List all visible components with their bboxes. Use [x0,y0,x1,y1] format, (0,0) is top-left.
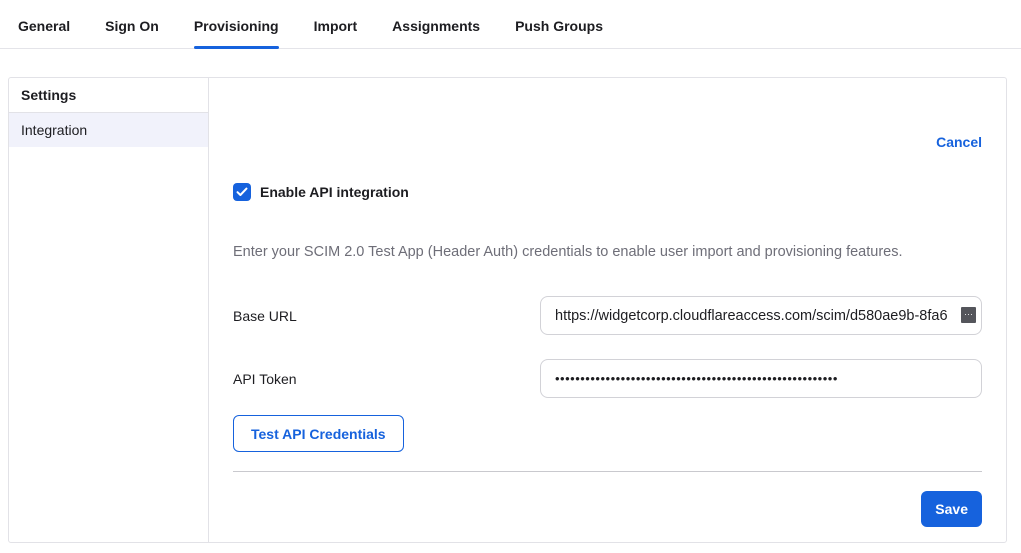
credentials-description: Enter your SCIM 2.0 Test App (Header Aut… [233,244,982,260]
enable-api-integration-checkbox[interactable] [233,183,251,201]
base-url-input-wrap: ⋯ [540,296,982,335]
base-url-label: Base URL [233,308,297,324]
tab-sign-on[interactable]: Sign On [105,18,159,48]
sidebar-header: Settings [9,78,208,113]
settings-sidebar: Settings Integration [9,78,209,542]
api-token-input-wrap [540,359,982,398]
provisioning-panel: Settings Integration Cancel Enable API i… [8,77,1007,543]
enable-api-integration-row: Enable API integration [233,183,982,201]
save-button[interactable]: Save [921,491,982,527]
base-url-row: Base URL ⋯ [233,296,982,335]
tab-assignments[interactable]: Assignments [392,18,480,48]
tab-provisioning[interactable]: Provisioning [194,18,279,48]
test-api-credentials-button[interactable]: Test API Credentials [233,415,404,452]
app-tabbar: General Sign On Provisioning Import Assi… [0,0,1021,49]
sidebar-item-integration[interactable]: Integration [9,113,208,147]
save-row: Save [233,491,982,527]
tab-push-groups[interactable]: Push Groups [515,18,603,48]
api-token-input[interactable] [540,359,982,398]
cancel-row: Cancel [233,134,982,152]
api-token-row: API Token [233,359,982,398]
tab-import[interactable]: Import [314,18,358,48]
footer-divider [233,471,982,472]
test-credentials-row: Test API Credentials [233,415,982,452]
base-url-input[interactable] [540,296,982,335]
integration-settings-form: Cancel Enable API integration Enter your… [209,78,1006,542]
api-token-label: API Token [233,371,297,387]
enable-api-integration-label: Enable API integration [260,184,409,200]
cancel-link[interactable]: Cancel [936,134,982,150]
tab-general[interactable]: General [18,18,70,48]
checkmark-icon [236,187,248,197]
